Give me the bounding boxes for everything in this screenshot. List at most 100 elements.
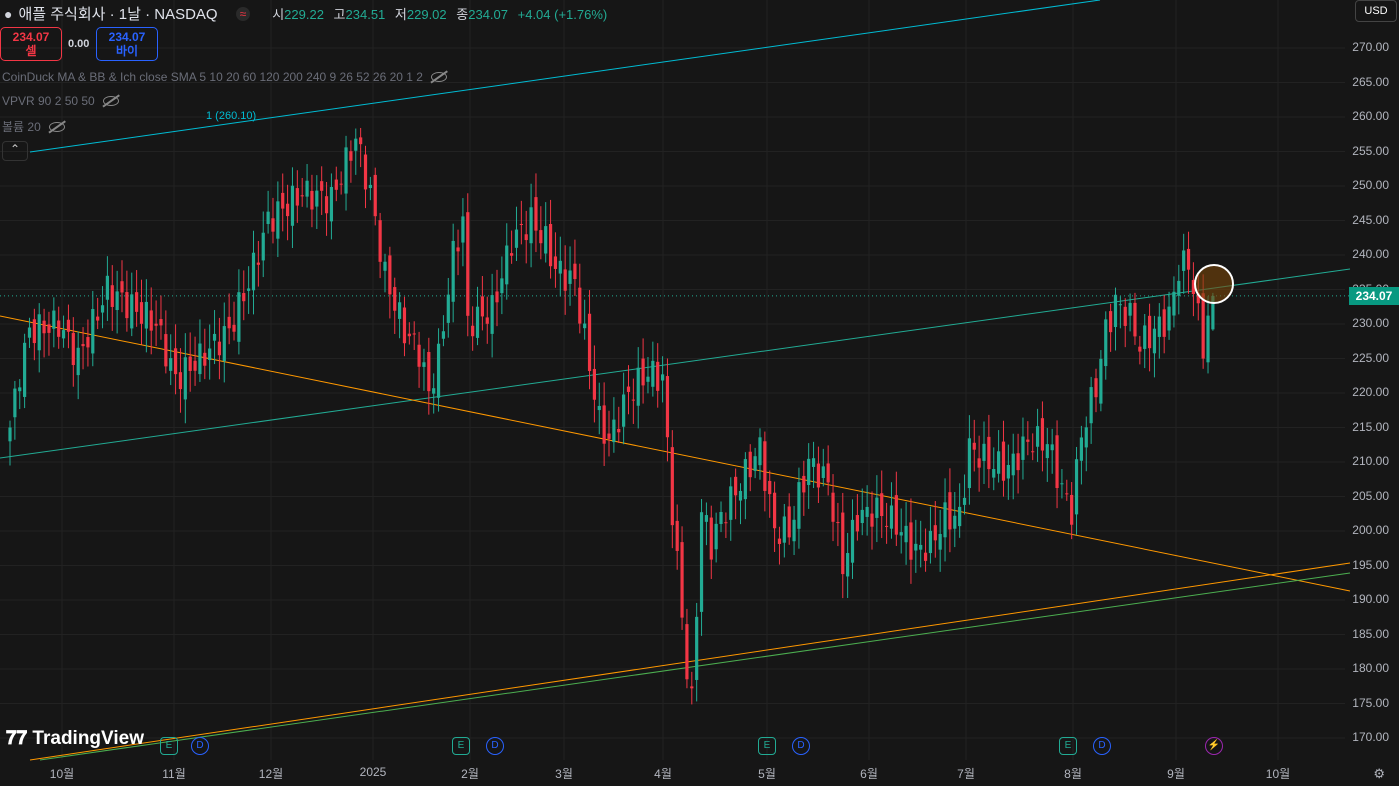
event-marker[interactable]: ⚡: [1205, 737, 1223, 755]
dividend-marker[interactable]: D: [1093, 737, 1111, 755]
candle-body: [1094, 378, 1098, 398]
hidden-eye-icon[interactable]: [102, 96, 119, 106]
candle-body: [1021, 436, 1025, 460]
candle-body: [782, 516, 786, 543]
y-tick-label: 205.00: [1352, 488, 1389, 503]
candle-body: [626, 386, 631, 392]
candle-body: [130, 294, 134, 329]
candle-body: [597, 405, 601, 411]
candle-body: [514, 229, 519, 248]
candle-body: [558, 260, 562, 274]
chart-header: ● 애플 주식회사 · 1날 · NASDAQ ≈ 시229.22 고234.5…: [4, 3, 613, 24]
candle-body: [300, 195, 304, 197]
settings-gear-icon[interactable]: ⚙: [1373, 766, 1385, 782]
candle-body: [1045, 444, 1049, 459]
candle-body: [427, 351, 431, 392]
symbol-title[interactable]: 애플 주식회사 · 1날 · NASDAQ: [18, 3, 217, 24]
candle-body: [1147, 315, 1152, 349]
candle-body: [208, 348, 212, 361]
candle-body: [115, 291, 119, 311]
candle-body: [495, 291, 499, 303]
candle-body: [276, 201, 280, 239]
candle-body: [709, 517, 713, 560]
candle-body: [310, 190, 314, 210]
tradingview-logo[interactable]: 𝟕𝟕 TradingView: [6, 728, 144, 750]
chart-type-toggle[interactable]: ≈: [235, 6, 251, 21]
candle-body: [52, 310, 56, 329]
collapse-legend-button[interactable]: ⌃: [2, 141, 28, 161]
candle-body: [787, 506, 791, 538]
dividend-marker[interactable]: D: [191, 737, 209, 755]
candle-body: [811, 458, 816, 467]
candle-body: [242, 293, 246, 302]
y-tick-label: 260.00: [1352, 109, 1389, 123]
candle-body: [704, 515, 709, 522]
earnings-marker[interactable]: E: [452, 737, 470, 755]
y-tick-label: 230.00: [1352, 316, 1389, 330]
candle-body: [359, 137, 363, 145]
candle-body: [1084, 427, 1088, 448]
candle-body: [1186, 248, 1191, 270]
candle-body: [324, 196, 329, 214]
currency-button[interactable]: USD: [1355, 0, 1397, 22]
earnings-marker[interactable]: E: [758, 737, 776, 755]
candle-body: [446, 294, 450, 323]
candle-body: [529, 207, 533, 244]
candle-body: [865, 506, 869, 517]
candle-body: [1104, 319, 1108, 367]
candle-body: [407, 333, 411, 337]
candle-body: [61, 330, 66, 339]
x-tick-label: 10월: [49, 767, 75, 781]
highlight-circle: [1194, 264, 1234, 304]
candle-body: [354, 138, 358, 151]
y-tick-label: 170.00: [1352, 730, 1389, 744]
candle-body: [1035, 426, 1040, 447]
candle-body: [987, 436, 991, 470]
hidden-eye-icon[interactable]: [48, 121, 65, 132]
candle-body: [471, 325, 475, 337]
buy-button[interactable]: 234.07 바이: [96, 27, 158, 61]
candle-body: [1099, 358, 1103, 404]
candle-body: [855, 515, 859, 532]
earnings-marker[interactable]: E: [1059, 737, 1077, 755]
candle-body: [544, 226, 548, 254]
candle-body: [173, 348, 178, 375]
candle-body: [850, 519, 855, 563]
x-tick-label: 3월: [555, 767, 573, 781]
candle-body: [607, 433, 611, 439]
dividend-marker[interactable]: D: [792, 737, 810, 755]
candle-body: [772, 492, 777, 529]
candle-body: [612, 419, 616, 443]
indicator-ma-bb[interactable]: CoinDuck MA & BB & Ich close SMA 5 10 20…: [2, 70, 447, 84]
candle-body: [237, 292, 241, 342]
dividend-marker[interactable]: D: [486, 737, 504, 755]
y-tick-label: 220.00: [1352, 385, 1389, 399]
candle-body: [1152, 328, 1157, 354]
candle-body: [714, 523, 718, 550]
candle-body: [105, 275, 109, 300]
candle-body: [870, 513, 874, 527]
candle-body: [1113, 294, 1118, 328]
x-tick-label: 6월: [860, 767, 878, 781]
candle-body: [928, 530, 933, 554]
candle-body: [1070, 494, 1074, 525]
candle-body: [524, 234, 528, 241]
candle-body: [816, 463, 821, 488]
y-tick-label: 255.00: [1352, 143, 1389, 158]
x-tick-label: 8월: [1064, 767, 1082, 781]
candle-body: [885, 525, 889, 527]
indicator-vpvr[interactable]: VPVR 90 2 50 50: [2, 94, 119, 108]
candle-body: [734, 476, 738, 496]
candle-body: [339, 183, 343, 185]
candle-body: [27, 327, 32, 338]
candle-body: [699, 512, 704, 612]
earnings-marker[interactable]: E: [160, 737, 178, 755]
indicator-volume[interactable]: 볼륨 20: [2, 118, 65, 135]
candle-body: [1016, 453, 1020, 471]
sell-button[interactable]: 234.07 셀: [0, 27, 62, 61]
candle-body: [631, 399, 635, 401]
hidden-eye-icon[interactable]: [430, 72, 447, 82]
ohlc-readout: 시229.22 고234.51 저229.02 종234.07 +4.04 (+…: [272, 7, 608, 22]
candle-body: [169, 358, 173, 371]
candle-body: [777, 538, 782, 544]
